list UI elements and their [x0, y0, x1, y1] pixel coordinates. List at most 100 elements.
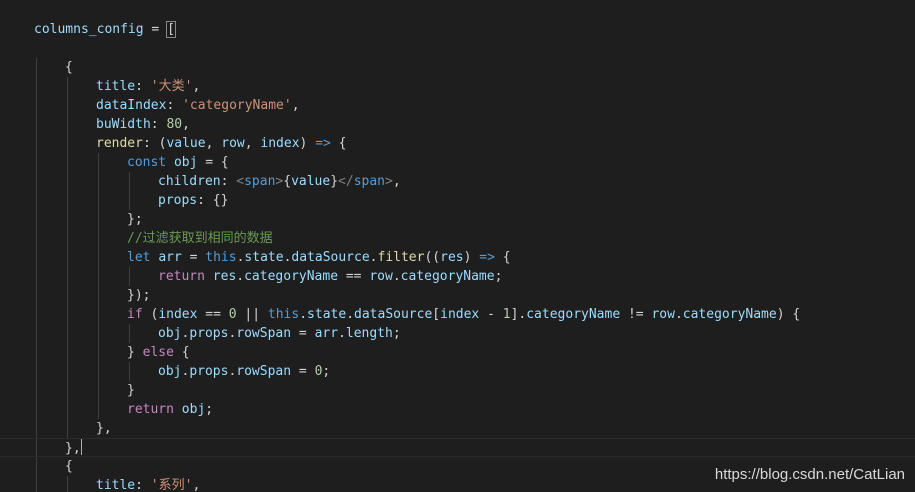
code-token: rowSpan [236, 364, 292, 379]
code-token: ]. [510, 307, 527, 322]
code-token: props [189, 364, 229, 379]
code-token: { [330, 136, 347, 151]
code-token: , [192, 79, 201, 94]
code-line[interactable]: }, [0, 419, 915, 438]
code-line[interactable]: } [0, 381, 915, 400]
code-line[interactable]: { [0, 58, 915, 77]
code-token: , [244, 136, 261, 151]
code-line[interactable]: } else { [0, 343, 915, 362]
code-token: => [315, 136, 331, 151]
code-token: = [291, 364, 315, 379]
code-line[interactable] [0, 39, 915, 58]
code-token: arr [158, 250, 182, 265]
code-token: , [291, 98, 300, 113]
code-token: row [369, 269, 393, 284]
code-line[interactable]: render: (value, row, index) => { [0, 134, 915, 153]
code-line[interactable]: columns_config = [ [0, 20, 915, 39]
code-line[interactable]: obj.props.rowSpan = 0; [0, 362, 915, 381]
code-line[interactable]: title: '大类', [0, 77, 915, 96]
code-token: [ [166, 21, 176, 38]
code-token: : [166, 98, 183, 113]
code-token: != [620, 307, 652, 322]
code-token: value [166, 136, 206, 151]
code-line[interactable]: //过滤获取到相同的数据 [0, 229, 915, 248]
code-token: . [369, 250, 378, 265]
code-token: ; [494, 269, 503, 284]
code-token: '大类' [150, 79, 193, 94]
code-token: }; [127, 212, 143, 227]
code-token: : [150, 117, 167, 132]
code-token: props [158, 193, 198, 208]
code-token: . [299, 307, 308, 322]
code-token: categoryName [526, 307, 621, 322]
code-token: index [260, 136, 300, 151]
code-token: , [192, 478, 201, 492]
code-token: row [651, 307, 675, 322]
code-line[interactable]: }; [0, 210, 915, 229]
code-token: => [479, 250, 495, 265]
code-token: - [479, 307, 503, 322]
code-token: obj [158, 364, 182, 379]
code-line[interactable]: children: <span>{value}</span>, [0, 172, 915, 191]
code-line[interactable]: if (index == 0 || this.state.dataSource[… [0, 305, 915, 324]
code-token: return [158, 269, 205, 284]
code-line[interactable]: dataIndex: 'categoryName', [0, 96, 915, 115]
code-line[interactable]: return obj; [0, 400, 915, 419]
code-token: ; [322, 364, 331, 379]
code-token: render [96, 136, 143, 151]
code-token: dataIndex [96, 98, 167, 113]
code-line[interactable]: }, [0, 438, 915, 457]
code-line[interactable]: obj.props.rowSpan = arr.length; [0, 324, 915, 343]
code-token: = [181, 250, 206, 265]
code-line[interactable]: props: {} [0, 191, 915, 210]
code-token: { [65, 459, 73, 474]
code-token: 0 [228, 307, 237, 322]
code-token: categoryName [400, 269, 495, 284]
code-token: 1 [502, 307, 511, 322]
code-line[interactable]: return res.categoryName == row.categoryN… [0, 267, 915, 286]
code-line[interactable]: }); [0, 286, 915, 305]
code-token: } [127, 345, 143, 360]
code-token: > [385, 174, 393, 189]
code-token: 'categoryName' [182, 98, 292, 113]
code-token: categoryName [682, 307, 777, 322]
code-token: [ [432, 307, 441, 322]
code-token: let [127, 250, 151, 265]
watermark-text: https://blog.csdn.net/CatLian [714, 466, 905, 483]
code-token: , [205, 136, 222, 151]
code-token: arr [314, 326, 339, 341]
code-token: obj [158, 326, 182, 341]
code-token: children [158, 174, 221, 189]
code-token: , [392, 174, 401, 189]
code-token: } [330, 174, 339, 189]
code-token: props [189, 326, 229, 341]
code-line[interactable]: buWidth: 80, [0, 115, 915, 134]
code-token: dataSource [354, 307, 433, 322]
text-cursor [80, 439, 82, 455]
code-token: filter [377, 250, 425, 265]
code-token: = [143, 22, 168, 37]
code-token: ) [463, 250, 480, 265]
code-token: { [65, 60, 73, 75]
code-line[interactable]: let arr = this.state.dataSource.filter((… [0, 248, 915, 267]
code-token: state [307, 307, 347, 322]
code-token: length [345, 326, 393, 341]
code-token: res [212, 269, 237, 284]
code-token: : ( [142, 136, 167, 151]
code-token: == [338, 269, 370, 284]
code-line[interactable]: const obj = { [0, 153, 915, 172]
code-token: </ [338, 174, 354, 189]
code-token: : [135, 79, 151, 94]
code-token: title [96, 79, 136, 94]
code-editor[interactable]: columns_config = [{title: '大类', dataIndex… [0, 0, 915, 492]
code-token: = [291, 326, 315, 341]
code-token: ( [142, 307, 159, 322]
code-token: else [142, 345, 174, 360]
code-token: }, [65, 441, 81, 456]
code-token: buWidth [96, 117, 151, 132]
code-token: : {} [197, 193, 229, 208]
code-token: { [173, 345, 190, 360]
code-token: return [127, 402, 174, 417]
